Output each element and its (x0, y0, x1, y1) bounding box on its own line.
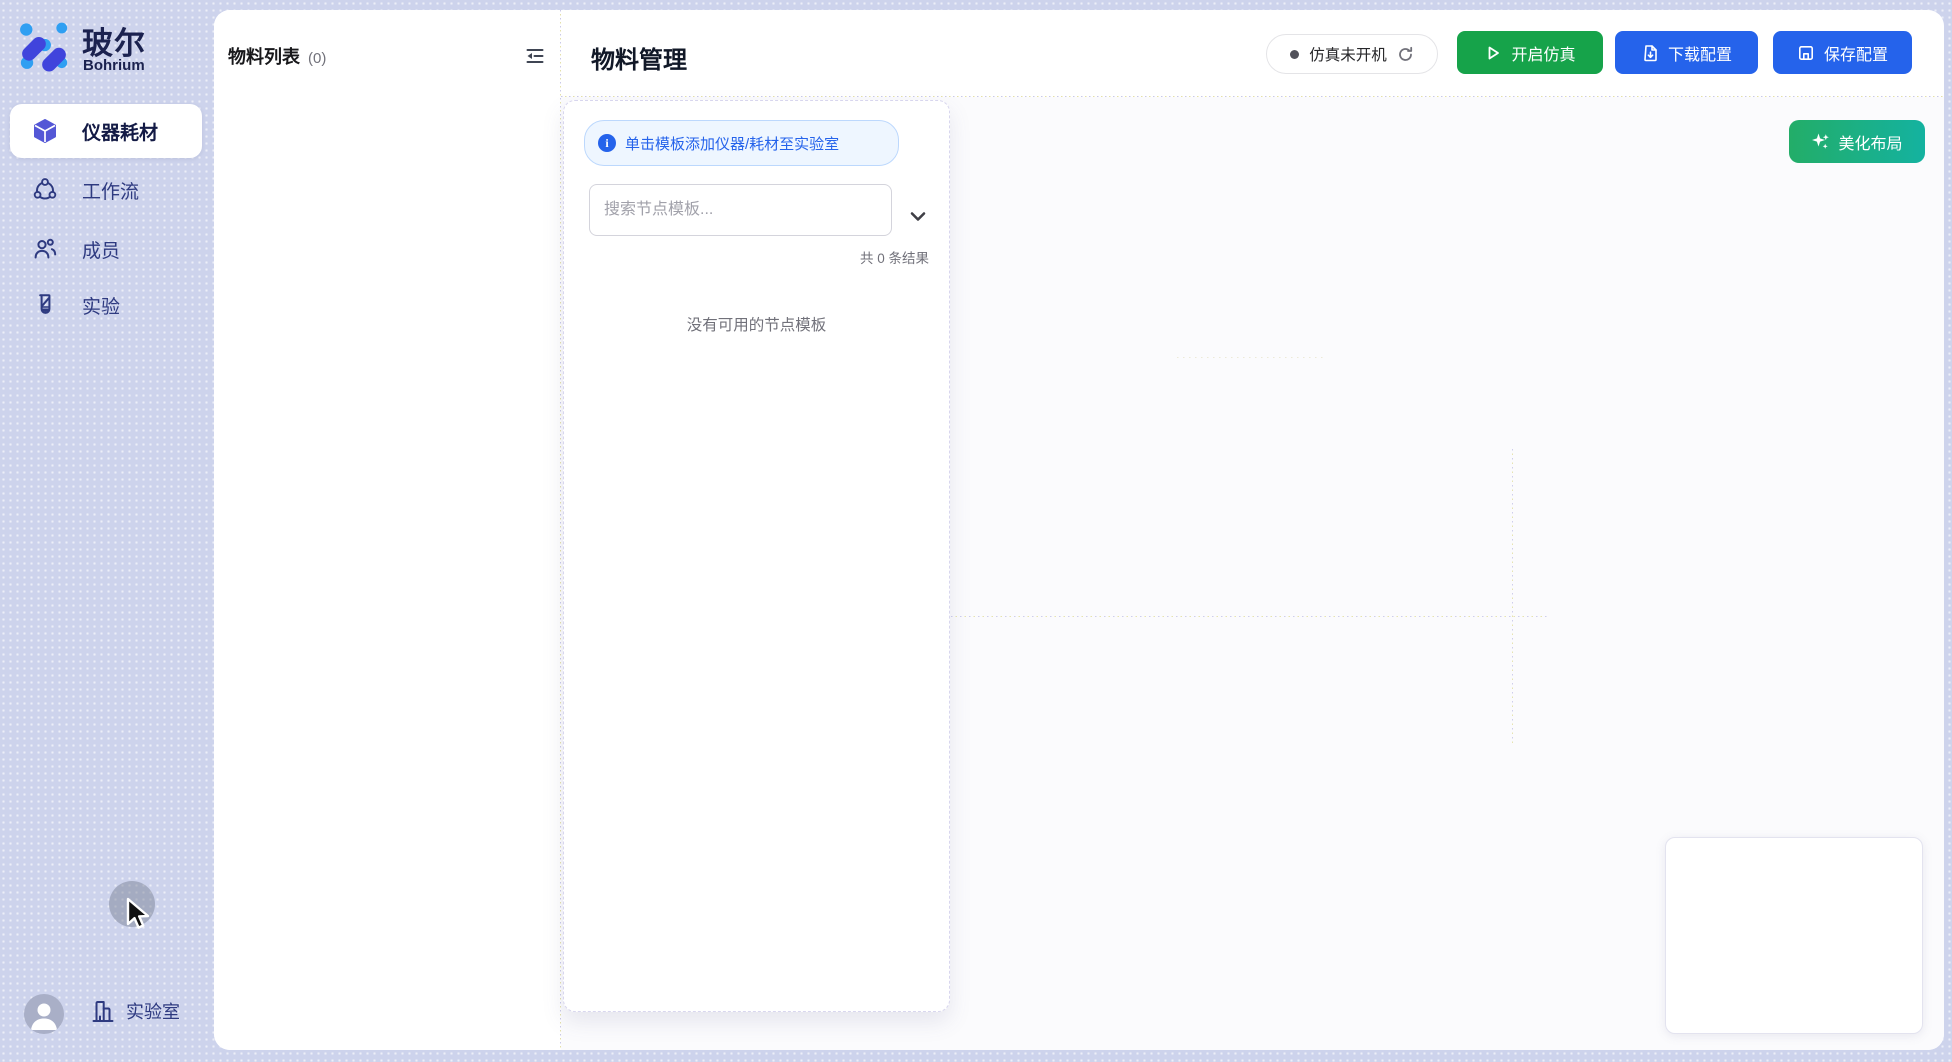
sidebar-item-label: 实验 (82, 292, 120, 319)
materials-count: (0) (308, 50, 326, 67)
app-brand-subtitle: Bohrium (83, 57, 145, 74)
sidebar-item-label: 成员 (82, 236, 120, 263)
node-template-palette: i 单击模板添加仪器/耗材至实验室 共 0 条结果 没有可用的节点模板 (563, 100, 950, 1012)
sidebar-item-workflow[interactable]: 工作流 (10, 166, 202, 214)
grid-helper-line-horizontal (951, 616, 1549, 617)
play-icon (1484, 44, 1502, 62)
content-card: 物料列表(0) 物料管理 仿真未开机 开启仿真 下载配置 (214, 10, 1944, 1050)
save-config-button[interactable]: 保存配置 (1773, 31, 1912, 74)
materials-panel-title: 物料列表(0) (228, 43, 326, 69)
refresh-icon[interactable] (1397, 46, 1414, 63)
lab-label: 实验室 (126, 998, 180, 1024)
start-simulation-button[interactable]: 开启仿真 (1457, 31, 1603, 74)
person-icon (24, 994, 64, 1034)
sidebar-item-experiment[interactable]: 实验 (10, 281, 202, 329)
mouse-cursor (124, 897, 152, 933)
sidebar: 玻尔 Bohrium 仪器耗材 工作流 成员 (0, 0, 214, 1062)
app-window: { "app": { "name": "玻尔", "brand_sub": "B… (0, 0, 1952, 1062)
status-dot-icon (1290, 50, 1299, 59)
grid-helper-line-faint (1177, 357, 1327, 358)
palette-hint-text: 单击模板添加仪器/耗材至实验室 (625, 133, 839, 154)
template-search-input[interactable] (589, 184, 892, 236)
building-icon (90, 998, 116, 1024)
chevron-down-icon[interactable] (906, 204, 930, 228)
cube-icon (32, 118, 58, 144)
grid-helper-line-vertical (1512, 449, 1513, 746)
panel-collapse-icon[interactable] (523, 44, 547, 68)
download-config-button[interactable]: 下载配置 (1615, 31, 1758, 74)
sidebar-item-instruments[interactable]: 仪器耗材 (10, 104, 202, 158)
sidebar-item-label: 工作流 (82, 177, 139, 204)
sparkles-icon (1811, 132, 1830, 151)
experiment-icon (32, 292, 58, 318)
page-title: 物料管理 (591, 40, 687, 75)
result-count: 共 0 条结果 (860, 247, 929, 267)
simulation-status-text: 仿真未开机 (1309, 43, 1387, 65)
materials-panel: 物料列表(0) (214, 10, 560, 1050)
file-download-icon (1641, 44, 1659, 62)
empty-templates-text: 没有可用的节点模板 (564, 313, 949, 335)
members-icon (32, 236, 58, 262)
palette-hint-banner: i 单击模板添加仪器/耗材至实验室 (584, 120, 899, 166)
minimap[interactable] (1665, 837, 1923, 1034)
bohrium-logo-icon (17, 16, 71, 74)
workflow-icon (32, 177, 58, 203)
beautify-layout-button[interactable]: 美化布局 (1789, 120, 1925, 163)
sidebar-item-lab[interactable]: 实验室 (90, 998, 180, 1024)
info-icon: i (598, 134, 616, 152)
save-icon (1797, 44, 1815, 62)
user-avatar[interactable] (24, 994, 64, 1034)
sidebar-item-members[interactable]: 成员 (10, 225, 202, 273)
simulation-status-pill[interactable]: 仿真未开机 (1266, 34, 1438, 74)
sidebar-item-label: 仪器耗材 (82, 118, 158, 145)
